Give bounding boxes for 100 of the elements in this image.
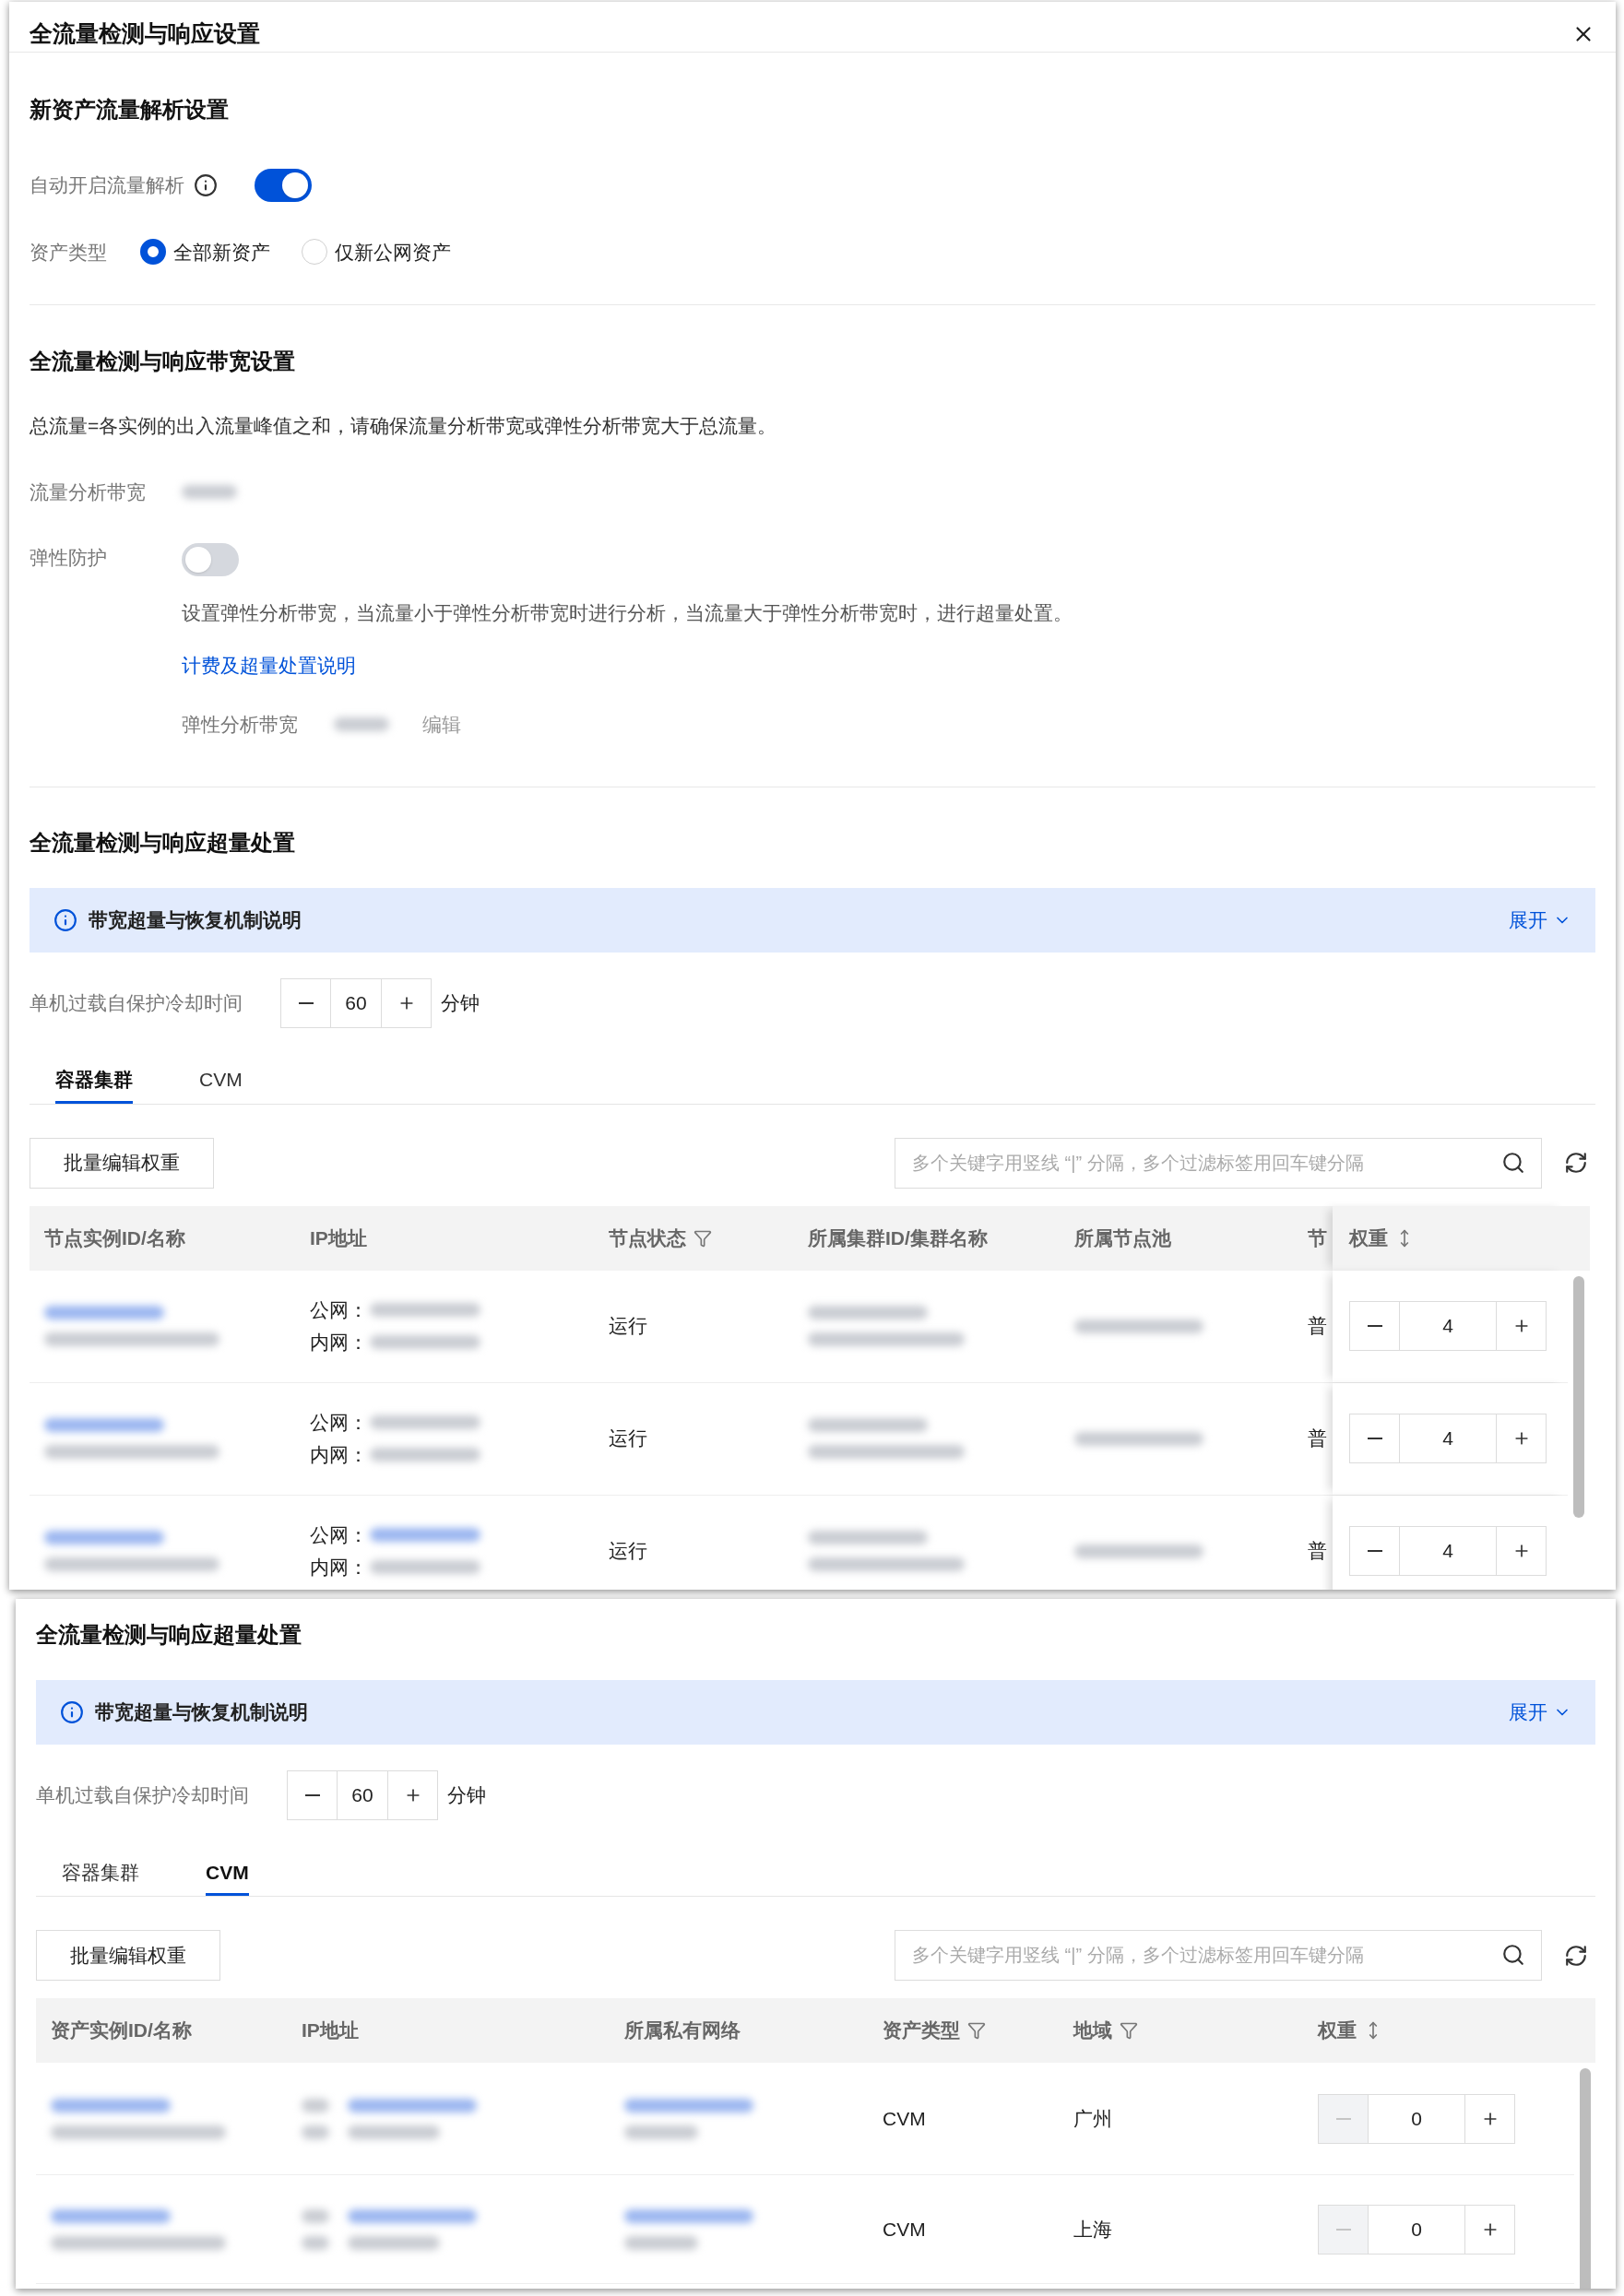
stepper-value: 4 xyxy=(1441,1539,1454,1564)
column-header: IP地址 xyxy=(310,1225,367,1250)
blurred-text xyxy=(302,2098,329,2113)
search-field[interactable]: 多个关键字用竖线 “|” 分隔，多个过滤标签用回车键分隔 xyxy=(895,1137,1542,1189)
table-cell-text: CVM xyxy=(882,2217,926,2242)
search-icon[interactable] xyxy=(1501,1150,1525,1175)
number-stepper[interactable]: 60 xyxy=(280,977,432,1028)
column-header: 节点实例ID/名称 xyxy=(44,1225,185,1250)
expand-button[interactable]: 展开 xyxy=(1509,905,1571,935)
field-label: 单机过载自保护冷却时间 xyxy=(36,1783,250,1808)
table-cell-text: 广州 xyxy=(1073,2106,1112,2131)
dialog-title: 全流量检测与响应设置 xyxy=(30,19,261,48)
table-cell-text: 普 xyxy=(1307,1426,1327,1451)
stepper-value: 4 xyxy=(1441,1314,1454,1339)
description-text: 设置弹性分析带宽，当流量小于弹性分析带宽时进行分析，当流量大于弹性分析带宽时，进行超量处置。 xyxy=(182,601,1073,625)
column-header: 所属节点池 xyxy=(1074,1225,1171,1250)
blurred-text xyxy=(302,2124,329,2139)
stepper-value: 4 xyxy=(1441,1426,1454,1451)
table-cell-text: 运行 xyxy=(608,1314,647,1339)
toggle-switch[interactable] xyxy=(182,543,239,576)
minus-icon xyxy=(1335,2117,1351,2120)
stepper-value: 0 xyxy=(1410,2217,1423,2242)
number-stepper[interactable]: 4 xyxy=(1349,1414,1547,1463)
section-title: 全流量检测与响应超量处置 xyxy=(36,1621,302,1649)
blurred-text xyxy=(302,2208,329,2223)
table-cell-text: 运行 xyxy=(608,1426,647,1451)
scrollbar[interactable] xyxy=(1580,2068,1591,2289)
stepper-value: 0 xyxy=(1410,2106,1423,2131)
table-cell-text: 运行 xyxy=(608,1539,647,1564)
field-label: 单机过载自保护冷却时间 xyxy=(30,990,243,1015)
column-header: 所属集群ID/集群名称 xyxy=(808,1225,988,1250)
info-icon xyxy=(60,1700,84,1724)
unit-label: 分钟 xyxy=(441,990,480,1015)
search-field[interactable]: 多个关键字用竖线 “|” 分隔，多个过滤标签用回车键分隔 xyxy=(895,1930,1542,1981)
batch-edit-button[interactable]: 批量编辑权重 xyxy=(36,1930,220,1981)
ip-label: 内网： xyxy=(310,1443,368,1467)
ip-label: 公网： xyxy=(310,1522,368,1547)
minus-icon xyxy=(298,1001,314,1004)
billing-link[interactable]: 计费及超量处置说明 xyxy=(182,650,1073,680)
section-title: 全流量检测与响应带宽设置 xyxy=(30,348,296,375)
info-icon xyxy=(194,172,218,197)
ip-label: 内网： xyxy=(310,1331,368,1355)
field-label: 流量分析带宽 xyxy=(30,479,147,504)
radio-label[interactable]: 全部新资产 xyxy=(173,237,270,266)
field-label: 弹性防护 xyxy=(30,546,108,570)
note-text: 总流量=各实例的出入流量峰值之和，请确保流量分析带宽或弹性分析带宽大于总流量。 xyxy=(30,414,778,438)
expand-button[interactable]: 展开 xyxy=(1509,1698,1571,1727)
minus-icon xyxy=(1367,1438,1382,1439)
tab[interactable]: CVM xyxy=(199,1059,243,1104)
column-header: 资产类型 xyxy=(883,2018,960,2043)
tab[interactable]: 容器集群 xyxy=(55,1059,133,1104)
radio-label[interactable]: 仅新公网资产 xyxy=(335,237,451,266)
minus-icon xyxy=(1367,1325,1382,1327)
section-title: 全流量检测与响应超量处置 xyxy=(30,828,296,857)
info-icon xyxy=(53,907,77,932)
number-stepper[interactable]: 0 xyxy=(1318,2093,1515,2144)
ip-label: 公网： xyxy=(310,1297,368,1322)
number-stepper[interactable]: 4 xyxy=(1349,1301,1547,1351)
minus-icon xyxy=(1335,2228,1351,2231)
banner-text: 带宽超量与恢复机制说明 xyxy=(89,907,302,932)
number-stepper[interactable]: 0 xyxy=(1318,2204,1515,2255)
radio-button[interactable] xyxy=(140,239,166,266)
refresh-icon[interactable] xyxy=(1564,1151,1588,1175)
column-header: 节点状态 xyxy=(609,1225,686,1250)
blurred-text xyxy=(334,717,389,732)
batch-edit-button[interactable]: 批量编辑权重 xyxy=(30,1137,214,1189)
search-icon[interactable] xyxy=(1501,1943,1525,1967)
filter-icon[interactable] xyxy=(693,1228,712,1248)
toggle-switch[interactable] xyxy=(255,168,312,202)
blurred-text xyxy=(182,484,237,499)
minus-icon xyxy=(304,1794,320,1796)
stepper-value: 60 xyxy=(344,990,368,1015)
ip-label: 公网： xyxy=(310,1410,368,1435)
tab[interactable]: 容器集群 xyxy=(62,1852,139,1896)
banner-text: 带宽超量与恢复机制说明 xyxy=(95,1700,309,1725)
number-stepper[interactable]: 4 xyxy=(1349,1526,1547,1576)
table-cell-text: 普 xyxy=(1307,1314,1327,1339)
filter-icon[interactable] xyxy=(967,2021,986,2040)
scrollbar[interactable] xyxy=(1573,1275,1584,1518)
tab[interactable]: CVM xyxy=(206,1852,249,1896)
column-header: 地域 xyxy=(1073,2018,1112,2043)
refresh-icon[interactable] xyxy=(1564,1943,1588,1968)
column-header: 权重 xyxy=(1318,2018,1357,2043)
table-cell-text: CVM xyxy=(882,2106,926,2131)
field-label: 弹性分析带宽 xyxy=(182,713,299,737)
column-header: 节 xyxy=(1308,1225,1327,1250)
column-header: 资产实例ID/名称 xyxy=(51,2018,192,2043)
stepper-value: 60 xyxy=(350,1783,374,1808)
ip-label: 内网： xyxy=(310,1556,368,1580)
field-label: 资产类型 xyxy=(30,240,108,265)
blurred-text xyxy=(302,2235,329,2250)
number-stepper[interactable]: 60 xyxy=(287,1770,438,1820)
table-cell-text: 普 xyxy=(1307,1539,1327,1564)
section-title: 新资产流量解析设置 xyxy=(30,95,230,124)
minus-icon xyxy=(1367,1550,1382,1552)
field-label: 自动开启流量解析 xyxy=(30,172,184,197)
filter-icon[interactable] xyxy=(1120,2021,1138,2040)
column-header: IP地址 xyxy=(302,2018,359,2043)
unit-label: 分钟 xyxy=(447,1783,486,1808)
column-header: 所属私有网络 xyxy=(624,2018,741,2043)
